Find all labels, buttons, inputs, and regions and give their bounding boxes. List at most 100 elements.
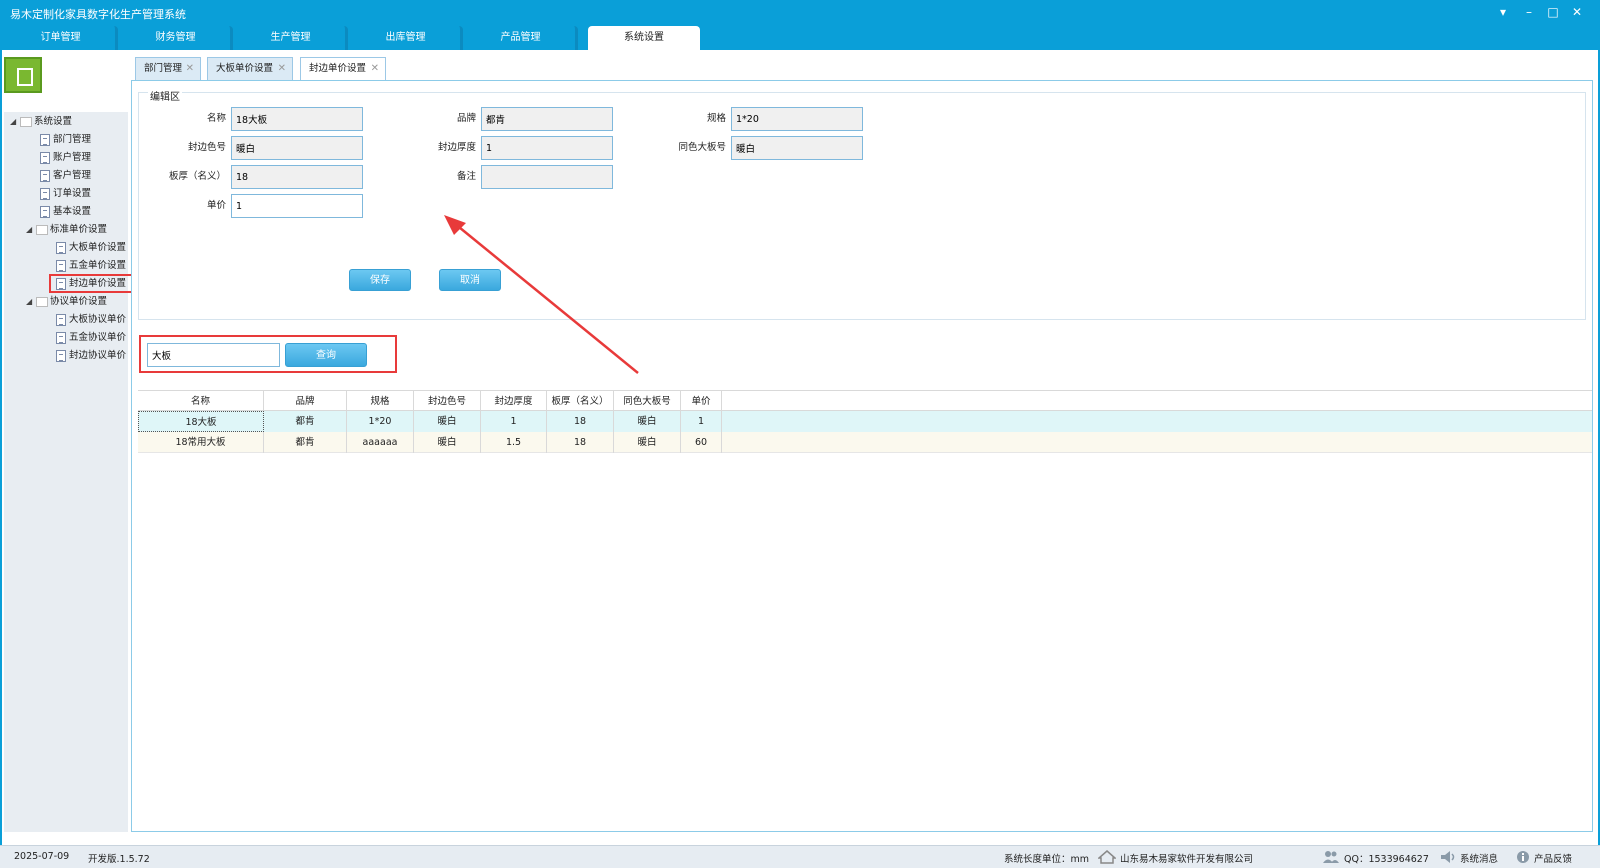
subtab-edge-price[interactable]: 封边单价设置 ✕ [300, 57, 386, 80]
same-color-board-input[interactable] [731, 136, 863, 160]
table-cell[interactable]: 1.5 [481, 432, 547, 453]
table-row[interactable]: 18大板 都肯 1*20 暖白 1 18 暖白 1 [138, 411, 1592, 432]
document-icon [56, 241, 66, 254]
table-cell[interactable]: 暖白 [414, 432, 481, 453]
document-icon [56, 331, 66, 344]
sidebar-highlight-annotation [49, 274, 133, 293]
column-header[interactable]: 规格 [347, 391, 414, 412]
edge-thickness-input[interactable] [481, 136, 613, 160]
close-tab-icon[interactable]: ✕ [278, 58, 286, 79]
sidebar-item-edge-agreement[interactable]: 封边协议单价 [56, 348, 126, 364]
board-thickness-input[interactable] [231, 165, 363, 189]
query-button[interactable]: 查询 [285, 343, 367, 367]
table-cell[interactable]: 1*20 [347, 411, 414, 432]
close-tab-icon[interactable]: ✕ [371, 58, 379, 79]
remark-label: 备注 [456, 171, 476, 182]
sidebar-item-board-agreement[interactable]: 大板协议单价 [56, 312, 126, 328]
table-header: 名称 品牌 规格 封边色号 封边厚度 板厚（名义） 同色大板号 单价 [138, 390, 1592, 412]
tree-root-system-settings[interactable]: ◢ 系统设置 [10, 114, 72, 130]
sidebar-item-basic-settings[interactable]: 基本设置 [40, 204, 91, 220]
speaker-icon [1441, 851, 1455, 863]
brand-input[interactable] [481, 107, 613, 131]
table-cell[interactable]: 18 [547, 432, 614, 453]
table-cell[interactable]: 暖白 [614, 411, 681, 432]
maximize-icon[interactable]: □ [1544, 4, 1562, 20]
table-cell[interactable]: 18大板 [138, 411, 264, 432]
subtab-board-price[interactable]: 大板单价设置 ✕ [207, 57, 293, 80]
sidebar-item-order-settings[interactable]: 订单设置 [40, 186, 91, 202]
folder-icon [36, 224, 48, 235]
sidebar-item-department[interactable]: 部门管理 [40, 132, 91, 148]
status-company: 山东易木易家软件开发有限公司 [1120, 854, 1254, 865]
column-header[interactable]: 单价 [681, 391, 722, 412]
table-cell[interactable]: 1 [481, 411, 547, 432]
app-title: 易木定制化家具数字化生产管理系统 [10, 8, 186, 21]
search-input[interactable] [147, 343, 280, 367]
column-header[interactable]: 封边厚度 [481, 391, 547, 412]
brand-label: 品牌 [456, 113, 476, 124]
document-icon [40, 169, 50, 182]
sidebar-item-board-price[interactable]: 大板单价设置 [56, 240, 126, 256]
tree-group-standard-price[interactable]: ◢ 标准单价设置 [26, 222, 107, 238]
folder-icon [36, 296, 48, 307]
subtab-department[interactable]: 部门管理 ✕ [135, 57, 201, 80]
sidebar-item-customer[interactable]: 客户管理 [40, 168, 91, 184]
close-icon[interactable]: ✕ [1568, 4, 1586, 20]
document-icon [40, 205, 50, 218]
name-label: 名称 [206, 113, 226, 124]
expand-arrow-icon[interactable]: ◢ [26, 222, 36, 238]
sidebar-item-hardware-price[interactable]: 五金单价设置 [56, 258, 126, 274]
status-qq: QQ：1533964627 [1344, 854, 1429, 865]
users-icon [1323, 851, 1339, 863]
column-header[interactable]: 名称 [138, 391, 264, 412]
unit-price-input[interactable] [231, 194, 363, 218]
column-header[interactable]: 同色大板号 [614, 391, 681, 412]
document-icon [56, 349, 66, 362]
table-cell[interactable]: 18常用大板 [138, 432, 264, 453]
home-icon [1098, 850, 1116, 864]
sidebar-item-account[interactable]: 账户管理 [40, 150, 91, 166]
minimize-icon[interactable]: – [1520, 4, 1538, 20]
table-cell[interactable]: 18 [547, 411, 614, 432]
main-tab-bar: 订单管理 财务管理 生产管理 出库管理 产品管理 系统设置 [0, 24, 1600, 50]
remark-input[interactable] [481, 165, 613, 189]
column-header[interactable]: 品牌 [264, 391, 347, 412]
expand-arrow-icon[interactable]: ◢ [26, 294, 36, 310]
table-cell[interactable]: 1 [681, 411, 722, 432]
table-cell[interactable]: 60 [681, 432, 722, 453]
name-input[interactable] [231, 107, 363, 131]
table-cell[interactable]: 都肯 [264, 432, 347, 453]
save-button[interactable]: 保存 [349, 269, 411, 291]
document-icon [56, 313, 66, 326]
tab-outbound-management[interactable]: 出库管理 [351, 26, 463, 50]
tab-product-management[interactable]: 产品管理 [466, 26, 578, 50]
dropdown-icon[interactable]: ▾ [1494, 4, 1512, 20]
status-length-unit: 系统长度单位：mm [1004, 854, 1090, 865]
edit-area-legend: 编辑区 [148, 88, 182, 103]
tab-production-management[interactable]: 生产管理 [236, 26, 348, 50]
document-icon [56, 259, 66, 272]
app-logo-icon [4, 57, 42, 93]
table-cell[interactable]: 暖白 [614, 432, 681, 453]
tab-order-management[interactable]: 订单管理 [6, 26, 118, 50]
expand-arrow-icon[interactable]: ◢ [10, 114, 20, 130]
table-cell[interactable]: 暖白 [414, 411, 481, 432]
table-row[interactable]: 18常用大板 都肯 aaaaaa 暖白 1.5 18 暖白 60 [138, 432, 1592, 453]
column-header[interactable]: 板厚（名义） [547, 391, 614, 412]
tree-group-agreement-price[interactable]: ◢ 协议单价设置 [26, 294, 107, 310]
sidebar-item-hardware-agreement[interactable]: 五金协议单价 [56, 330, 126, 346]
table-cell[interactable]: aaaaaa [347, 432, 414, 453]
close-tab-icon[interactable]: ✕ [186, 58, 194, 79]
spec-input[interactable] [731, 107, 863, 131]
status-bar: 2025-07-09 开发版.1.5.72 系统长度单位：mm 山东易木易家软件… [0, 845, 1600, 868]
title-bar: 易木定制化家具数字化生产管理系统 ▾ – □ ✕ [0, 0, 1600, 24]
tab-system-settings[interactable]: 系统设置 [588, 26, 700, 50]
tab-finance-management[interactable]: 财务管理 [121, 26, 233, 50]
edge-color-input[interactable] [231, 136, 363, 160]
system-messages-link[interactable]: 系统消息 [1460, 851, 1498, 865]
info-icon [1517, 851, 1529, 863]
column-header[interactable]: 封边色号 [414, 391, 481, 412]
table-cell[interactable]: 都肯 [264, 411, 347, 432]
product-feedback-link[interactable]: 产品反馈 [1534, 851, 1572, 865]
unit-price-label: 单价 [206, 200, 226, 211]
